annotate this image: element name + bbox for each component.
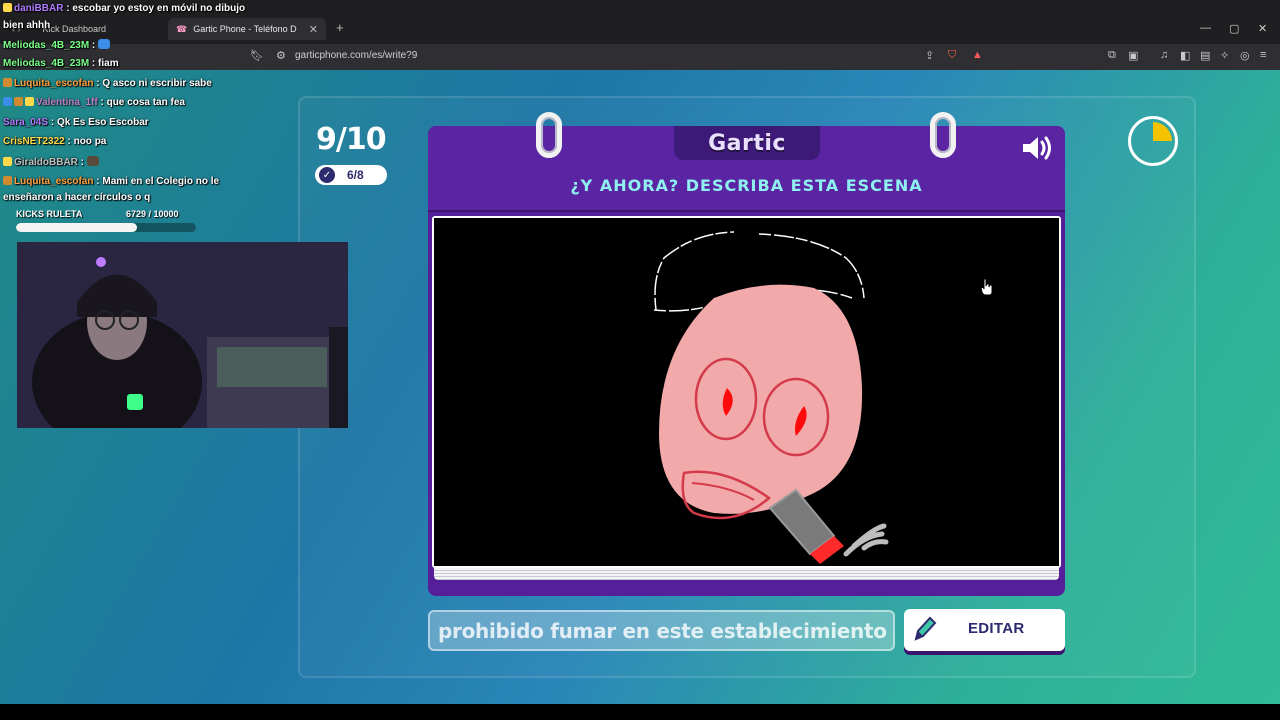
tab-label: Gartic Phone - Teléfono Desc: [193, 24, 297, 34]
round-timer: [1128, 116, 1178, 166]
webcam-scene: [17, 242, 348, 428]
ruleta-progress-bar: [16, 223, 196, 232]
close-tab-icon[interactable]: ✕: [309, 23, 318, 36]
chat-text: que cosa tan fea: [106, 97, 185, 108]
timer-icon: [1153, 122, 1172, 141]
screenshot-icon[interactable]: ▣: [1128, 49, 1138, 62]
chat-message-continued: bien ahhh: [3, 20, 50, 31]
bookmark-icon[interactable]: 🔖︎: [250, 49, 264, 62]
sidebar-icon[interactable]: ◧: [1180, 49, 1190, 62]
notebook-pages: [434, 568, 1059, 580]
minimize-button[interactable]: —: [1200, 22, 1211, 34]
phone-icon: ☎: [176, 23, 188, 34]
emote-icon: [86, 156, 99, 166]
chat-username: Luquita_escofan: [14, 78, 94, 89]
gartic-logo: Gartic: [708, 130, 786, 156]
chat-message: Luquita_escofan : Mami en el Colegio no …: [3, 176, 219, 187]
card-header: Gartic ¿Y AHORA? DESCRIBA ESTA ESCENA: [428, 126, 1065, 212]
chat-message: Luquita_escofan : Q asco ni escribir sab…: [3, 78, 212, 89]
menu-icon[interactable]: ≡: [1260, 49, 1266, 61]
chat-username: Luquita_escofan: [14, 176, 94, 187]
edit-label: EDITAR: [968, 620, 1025, 637]
chat-message: Meliodas_4B_23M : fiam: [3, 58, 119, 69]
chat-text: escobar yo estoy en móvil no dibujo: [72, 3, 246, 14]
share-icon[interactable]: ⇪: [925, 49, 934, 62]
chat-text: noo pa: [73, 136, 107, 147]
sub-badge-icon: [3, 157, 12, 166]
close-window-button[interactable]: ✕: [1258, 22, 1267, 35]
sub-badge-icon: [25, 97, 34, 106]
crown-badge-icon: [3, 78, 12, 87]
browser-toolbar: [0, 44, 1280, 70]
prompt-title: ¿Y AHORA? DESCRIBA ESTA ESCENA: [570, 176, 923, 195]
speaker-icon[interactable]: [1021, 134, 1055, 162]
drawing-frame: [432, 216, 1061, 568]
chat-message: GiraldoBBAR :: [3, 156, 99, 168]
description-text: prohibido fumar en este establecimiento: [438, 618, 887, 643]
extensions-icon[interactable]: ⧉: [1108, 49, 1116, 62]
media-icon[interactable]: ♫: [1160, 49, 1168, 61]
brave-shield-icon[interactable]: ⛉: [948, 49, 956, 62]
drawing: [653, 231, 889, 564]
chat-message: daniBBAR : escobar yo estoy en móvil no …: [3, 3, 245, 14]
crown-badge-icon: [14, 97, 23, 106]
tab-gartic-phone[interactable]: ☎ Gartic Phone - Teléfono Desc ✕: [168, 18, 326, 40]
rewards-icon[interactable]: ▲: [972, 49, 983, 61]
binder-ring-left: [536, 112, 562, 158]
round-counter: 9/10: [316, 122, 387, 157]
chat-message: Sara_04S : Qk Es Eso Escobar: [3, 117, 149, 128]
binder-ring-right: [930, 112, 956, 158]
chat-username: CrisNET2322: [3, 136, 65, 147]
chat-text: Q asco ni escribir sabe: [102, 78, 212, 89]
taskbar-strip: [0, 704, 1280, 720]
chat-username: Valentina_1ff: [36, 97, 98, 108]
chat-message: Valentina_1ff : que cosa tan fea: [3, 97, 185, 108]
chat-text: Mami en el Colegio no le: [102, 176, 220, 187]
chat-text: bien ahhh: [3, 20, 51, 31]
submitted-count: 6/8: [347, 168, 364, 182]
leo-ai-icon[interactable]: ✧: [1220, 49, 1229, 62]
ruleta-progress-fill: [16, 223, 138, 232]
game-card: Gartic ¿Y AHORA? DESCRIBA ESTA ESCENA: [428, 112, 1065, 596]
sub-badge-icon: [3, 3, 12, 12]
drawing-canvas: [434, 218, 1059, 566]
new-tab-button[interactable]: +: [336, 20, 344, 35]
crown-badge-icon: [3, 176, 12, 185]
check-icon: ✓: [319, 167, 335, 183]
chat-username: GiraldoBBAR: [14, 157, 78, 168]
tab-label: Kick Dashboard: [42, 24, 107, 34]
site-settings-icon[interactable]: ⚙︎: [276, 49, 286, 62]
chat-username: Meliodas_4B_23M: [3, 58, 90, 69]
logo-tab: Gartic: [674, 126, 820, 160]
edit-button[interactable]: EDITAR: [904, 609, 1065, 651]
chat-text: enseñaron a hacer círculos o q: [3, 192, 151, 203]
ruleta-label: KICKS RULETA: [16, 209, 83, 219]
chat-username: Sara_04S: [3, 117, 49, 128]
submitted-counter: ✓ 6/8: [315, 165, 387, 185]
maximize-button[interactable]: ▢: [1229, 22, 1239, 35]
emote-icon: [98, 39, 111, 49]
pencil-icon: [914, 616, 937, 641]
chat-message: CrisNET2322 : noo pa: [3, 136, 107, 147]
mod-badge-icon: [3, 97, 12, 106]
chat-username: Meliodas_4B_23M: [3, 40, 90, 51]
chat-text: fiam: [98, 58, 119, 69]
chat-text: Qk Es Eso Escobar: [56, 117, 149, 128]
address-bar[interactable]: garticphone.com/es/write?9: [295, 50, 417, 61]
ruleta-count: 6729 / 10000: [126, 209, 179, 219]
wallet-icon[interactable]: ▤: [1200, 49, 1210, 62]
chat-message-continued: enseñaron a hacer círculos o q: [3, 192, 150, 203]
chat-message: Meliodas_4B_23M :: [3, 39, 111, 51]
vpn-icon[interactable]: ◎: [1240, 49, 1250, 62]
description-input[interactable]: prohibido fumar en este establecimiento: [428, 610, 895, 651]
hand-cursor-icon: [980, 278, 993, 296]
chat-username: daniBBAR: [14, 3, 64, 14]
webcam-feed: [17, 242, 348, 428]
